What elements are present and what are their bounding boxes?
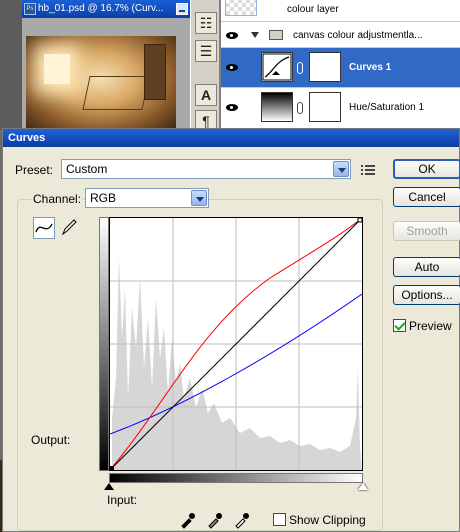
link-chain-icon[interactable] (297, 62, 303, 74)
input-label: Input: (107, 493, 138, 507)
dialog-title[interactable]: Curves (3, 129, 459, 147)
preview-checkbox[interactable] (393, 319, 406, 332)
visibility-eye-icon[interactable] (223, 98, 241, 116)
options-button[interactable]: Options... (393, 285, 460, 305)
curves-adjustment-icon (261, 52, 293, 82)
adjustment-tool-icon[interactable]: ☷ (195, 12, 217, 34)
painted-bed (82, 76, 150, 110)
canvas-image[interactable] (26, 36, 176, 130)
black-eyedropper-icon[interactable] (179, 511, 197, 529)
tools-panel: ☷ ☰ A ¶ (190, 0, 220, 132)
channel-value: RGB (90, 191, 117, 205)
channel-label: Channel: (31, 192, 84, 206)
layer-thumbnail (225, 0, 257, 16)
curve-icon (35, 223, 53, 233)
folder-icon (269, 30, 283, 40)
chevron-down-icon[interactable] (191, 190, 207, 206)
minimize-icon[interactable] (176, 3, 188, 15)
document-title: hb_01.psd @ 16.7% (Curv... (38, 3, 164, 14)
show-clipping-checkbox[interactable] (273, 513, 286, 526)
layer-mask-thumbnail[interactable] (309, 52, 341, 82)
layer-name: Hue/Saturation 1 (349, 102, 425, 113)
curves-plot (109, 217, 363, 471)
black-point-handle[interactable] (110, 466, 114, 470)
curves-graph[interactable] (109, 217, 363, 471)
smooth-button: Smooth (393, 221, 460, 241)
photoshop-file-icon: Ps (24, 3, 36, 15)
curve-point-mode-button[interactable] (33, 217, 55, 239)
gray-eyedropper-icon[interactable] (206, 511, 224, 529)
histogram (112, 258, 362, 470)
auto-button[interactable]: Auto (393, 257, 460, 277)
white-eyedropper-icon[interactable] (233, 511, 251, 529)
show-clipping-label: Show Clipping (289, 513, 366, 527)
chevron-down-icon[interactable] (333, 161, 349, 177)
cancel-button[interactable]: Cancel (393, 187, 460, 207)
preview-label: Preview (409, 319, 452, 333)
document-title-bar[interactable]: Ps hb_01.psd @ 16.7% (Curv... (22, 0, 192, 18)
black-input-slider[interactable] (104, 483, 114, 490)
expand-triangle-icon[interactable] (251, 32, 259, 38)
layer-name: Curves 1 (349, 62, 392, 73)
white-input-slider[interactable] (358, 483, 368, 490)
pencil-mode-button[interactable] (59, 217, 81, 239)
layer-row-selected[interactable]: Curves 1 (221, 48, 460, 88)
screen: Ps hb_01.psd @ 16.7% (Curv... ☷ ☰ A ¶ co… (0, 0, 460, 532)
channel-select[interactable]: RGB (85, 188, 209, 208)
layer-name: canvas colour adjustmentla... (293, 30, 423, 41)
layer-row[interactable]: Hue/Saturation 1 (221, 88, 460, 130)
layer-group-row[interactable]: canvas colour adjustmentla... (221, 22, 460, 48)
preset-select[interactable]: Custom (61, 159, 351, 179)
output-gradient-bar (99, 217, 109, 471)
white-point-handle[interactable] (357, 217, 363, 223)
layer-name: colour layer (287, 4, 339, 15)
layer-comps-icon[interactable]: ☰ (195, 40, 217, 62)
painted-door (144, 44, 166, 100)
link-chain-icon[interactable] (297, 102, 303, 114)
hue-saturation-icon (261, 92, 293, 122)
visibility-eye-icon[interactable] (223, 58, 241, 76)
layers-panel: colour layer canvas colour adjustmentla.… (220, 0, 460, 130)
curves-dialog: Curves Preset: Custom Channel: RGB Outpu… (2, 128, 460, 532)
layer-mask-thumbnail[interactable] (309, 92, 341, 122)
painted-window (44, 54, 70, 84)
ok-button[interactable]: OK (393, 159, 460, 179)
preset-options-icon[interactable] (361, 165, 375, 177)
output-label: Output: (31, 433, 71, 447)
preset-label: Preset: (15, 163, 54, 177)
workspace-background (0, 0, 22, 130)
character-tool-icon[interactable]: A (195, 84, 217, 106)
input-gradient-bar (109, 473, 363, 483)
layer-row[interactable]: colour layer (221, 0, 460, 22)
visibility-eye-icon[interactable] (223, 26, 241, 44)
pencil-icon (61, 219, 77, 236)
preset-value: Custom (66, 162, 108, 176)
